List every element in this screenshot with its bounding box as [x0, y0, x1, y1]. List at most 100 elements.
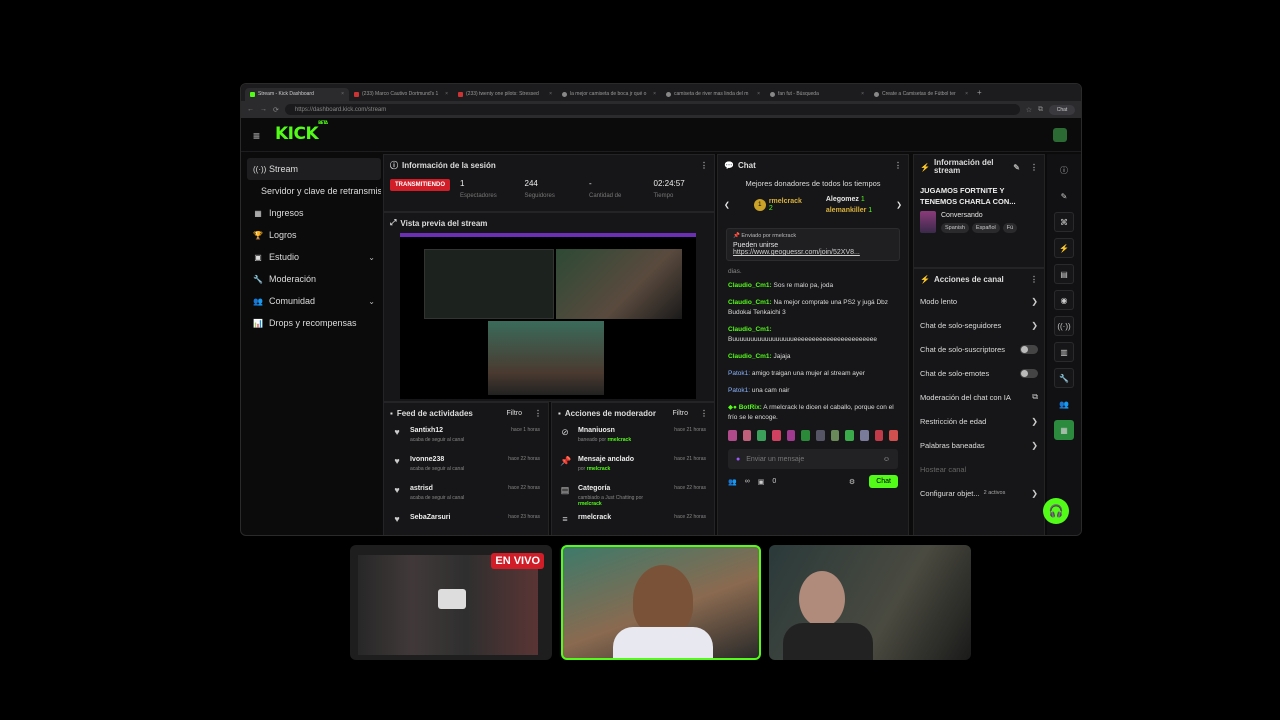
- close-icon[interactable]: ×: [757, 91, 760, 97]
- channel-action[interactable]: Moderación del chat con IA ⧉: [914, 385, 1044, 409]
- list-item[interactable]: ♥ Santixh12 acaba de seguir al canal hace 1…: [384, 423, 548, 452]
- browser-tab[interactable]: (233) twenty one pilots: Stressed ×: [453, 88, 557, 101]
- browser-tab[interactable]: (233) Marco Cautivo Dortmund's 1 ×: [349, 88, 453, 101]
- wrench-icon[interactable]: 🔧: [1054, 368, 1074, 388]
- toggle-switch[interactable]: [1020, 368, 1038, 378]
- more-icon[interactable]: ⋮: [894, 161, 902, 170]
- emote-icon[interactable]: [786, 430, 796, 441]
- emote-icon[interactable]: [830, 430, 840, 441]
- app-icon[interactable]: ▦: [1054, 420, 1074, 440]
- chevron-right-icon[interactable]: ❯: [1031, 297, 1038, 306]
- channel-action[interactable]: Modo lento ❯: [914, 289, 1044, 313]
- raid-icon[interactable]: ⌘: [1054, 212, 1074, 232]
- forward-icon[interactable]: →: [260, 106, 267, 113]
- chevron-down-icon[interactable]: ⌄: [368, 297, 375, 306]
- channel-action[interactable]: Chat de solo-suscriptores: [914, 337, 1044, 361]
- stream-tag[interactable]: Spanish: [941, 222, 969, 233]
- row-author[interactable]: rmelcrack: [607, 437, 631, 443]
- emoji-icon[interactable]: ☺: [883, 456, 890, 463]
- menu-icon[interactable]: ≡: [253, 129, 260, 143]
- stream-tag[interactable]: Fü: [1002, 222, 1018, 233]
- toggle-switch[interactable]: [1020, 344, 1038, 354]
- list-item[interactable]: 📌 Mensaje anclado por rmelcrack hace 21 hor…: [552, 452, 714, 481]
- more-icon[interactable]: ⋮: [534, 409, 542, 418]
- list-item[interactable]: ⊘ Mnaniuosn baneado por rmelcrack hace 21 h…: [552, 423, 714, 452]
- more-icon[interactable]: ⋮: [1030, 275, 1038, 284]
- more-icon[interactable]: ⋮: [1030, 163, 1038, 172]
- donor-name[interactable]: Alegomez: [826, 196, 859, 203]
- sidebar-item[interactable]: 📊 Drops y recompensas: [247, 312, 381, 334]
- close-icon[interactable]: ×: [653, 91, 656, 97]
- browser-tab[interactable]: fan fut - Búsqueda ×: [765, 88, 869, 101]
- kick-logo[interactable]: KICKBETA: [275, 120, 328, 144]
- emote-icon[interactable]: [889, 430, 899, 441]
- chat-username[interactable]: Patok1:: [728, 370, 750, 377]
- chevron-right-icon[interactable]: ❯: [1031, 441, 1038, 450]
- channel-action[interactable]: Restricción de edad ❯: [914, 409, 1044, 433]
- sidebar-item[interactable]: ((·)) Stream: [247, 158, 381, 180]
- mic-icon[interactable]: ●: [736, 456, 740, 463]
- stream-tag[interactable]: Español: [971, 222, 1000, 233]
- emote-icon[interactable]: [757, 430, 767, 441]
- info-icon[interactable]: ⓘ: [1054, 160, 1074, 180]
- channel-action[interactable]: Hostear canal: [914, 457, 1044, 481]
- chevron-down-icon[interactable]: ⌄: [368, 253, 375, 262]
- pinned-link[interactable]: https://www.geoguessr.com/join/52XV8...: [733, 249, 893, 256]
- browser-tab[interactable]: camiseta de river mas linda del m ×: [661, 88, 765, 101]
- chat-input[interactable]: ● Enviar un mensaje ☺: [728, 449, 898, 469]
- chat-username[interactable]: Patok1:: [728, 387, 750, 394]
- back-icon[interactable]: ←: [247, 106, 254, 113]
- sidebar-item[interactable]: ▣ Estudio ⌄: [247, 246, 381, 268]
- emote-icon[interactable]: [816, 430, 825, 441]
- clipboard-icon[interactable]: ▤: [1054, 264, 1074, 284]
- layout-icon[interactable]: ▥: [1054, 342, 1074, 362]
- donor-name[interactable]: alemankiller: [826, 207, 866, 214]
- chevron-right-icon[interactable]: ❯: [1031, 321, 1038, 330]
- emote-icon[interactable]: [801, 430, 811, 441]
- channel-action[interactable]: Chat de solo-emotes: [914, 361, 1044, 385]
- close-icon[interactable]: ×: [341, 91, 344, 97]
- support-icon[interactable]: 🎧: [1043, 498, 1069, 524]
- emote-icon[interactable]: [845, 430, 855, 441]
- url-field[interactable]: https://dashboard.kick.com/stream: [284, 104, 1020, 115]
- list-item[interactable]: ♥ SebaZarsuri hace 23 horas: [384, 510, 548, 535]
- star-icon[interactable]: ☆: [1026, 106, 1032, 114]
- avatar[interactable]: [1053, 128, 1067, 142]
- feed-filter-button[interactable]: Filtro: [506, 410, 522, 417]
- emote-icon[interactable]: [772, 430, 781, 441]
- edit-icon[interactable]: ✎: [1013, 163, 1020, 172]
- more-icon[interactable]: ⋮: [700, 161, 708, 170]
- close-icon[interactable]: ×: [965, 91, 968, 97]
- emote-icon[interactable]: [728, 430, 737, 441]
- close-icon[interactable]: ×: [549, 91, 552, 97]
- external-link-icon[interactable]: ⧉: [1032, 392, 1038, 402]
- chat-username[interactable]: Claudio_Cm1:: [728, 326, 772, 333]
- chat-username[interactable]: Claudio_Cm1:: [728, 299, 772, 306]
- profile-button[interactable]: Chat: [1049, 104, 1075, 115]
- channel-action[interactable]: Palabras baneadas ❯: [914, 433, 1044, 457]
- bolt-icon[interactable]: ⚡: [1054, 238, 1074, 258]
- chat-username[interactable]: Claudio_Cm1:: [728, 282, 772, 289]
- list-item[interactable]: ♥ astrisd acaba de seguir al canal hace 22 …: [384, 481, 548, 510]
- mod-filter-button[interactable]: Filtro: [672, 410, 688, 417]
- browser-tab[interactable]: Create a Camisetas de Fútbol ter ×: [869, 88, 973, 101]
- close-icon[interactable]: ×: [861, 91, 864, 97]
- emote-icon[interactable]: [874, 430, 884, 441]
- users-icon[interactable]: 👥: [1054, 394, 1074, 414]
- sidebar-item[interactable]: ▦ Ingresos: [247, 202, 381, 224]
- gear-icon[interactable]: ⚙: [849, 478, 855, 486]
- list-item[interactable]: ▤ Categoría cambiado a Just Chatting por r…: [552, 481, 714, 510]
- chevron-right-icon[interactable]: ❯: [896, 201, 902, 209]
- sidebar-item[interactable]: 🏆 Logros: [247, 224, 381, 246]
- chevron-right-icon[interactable]: ❯: [1031, 489, 1038, 498]
- list-item[interactable]: ♥ Ivonne238 acaba de seguir al canal hace 2…: [384, 452, 548, 481]
- new-tab-button[interactable]: +: [977, 88, 982, 97]
- emote-icon[interactable]: [860, 430, 869, 441]
- expand-icon[interactable]: ⤢: [390, 218, 396, 228]
- chat-send-button[interactable]: Chat: [869, 475, 898, 488]
- broadcast-icon[interactable]: ((·)): [1054, 316, 1074, 336]
- emote-icon[interactable]: [742, 430, 752, 441]
- browser-tab[interactable]: la mejor camiseta de boca jr qué o ×: [557, 88, 661, 101]
- chat-username[interactable]: Claudio_Cm1:: [728, 353, 772, 360]
- sidebar-item[interactable]: 🔧 Moderación: [247, 268, 381, 290]
